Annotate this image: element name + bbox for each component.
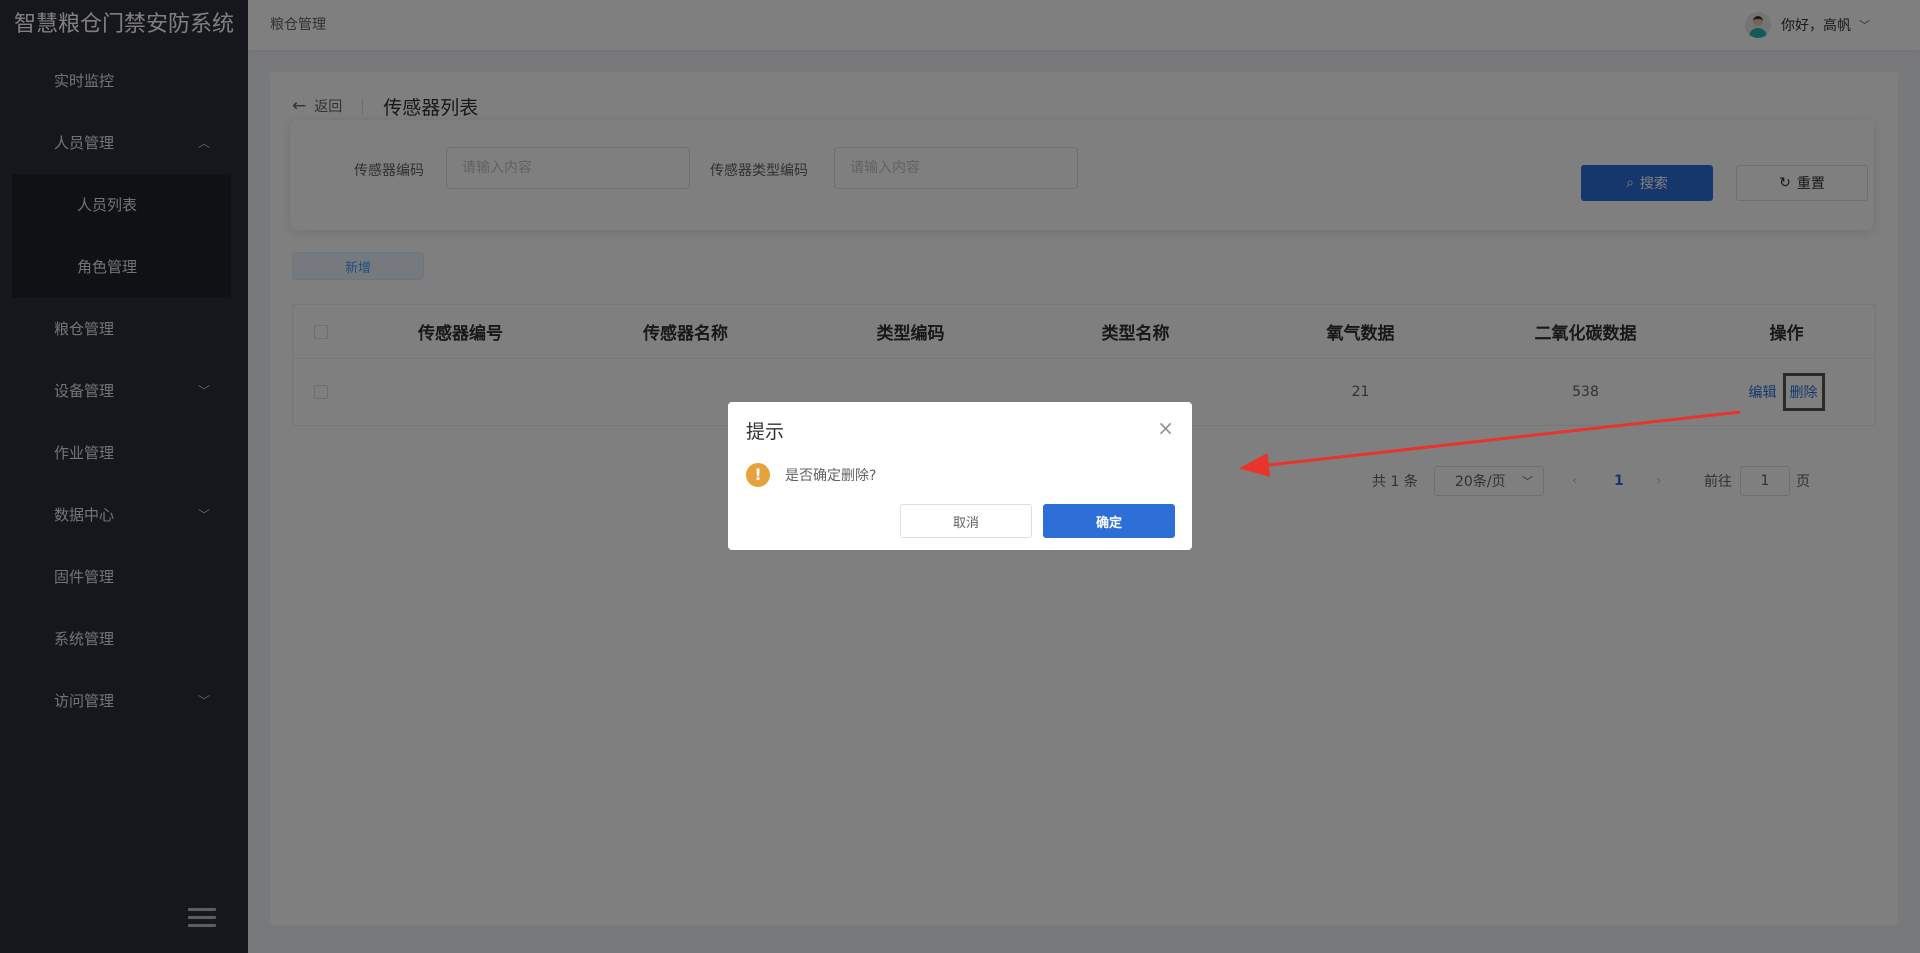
confirm-button[interactable]: 确定	[1043, 504, 1175, 538]
cancel-button[interactable]: 取消	[900, 504, 1032, 538]
dialog-title: 提示	[746, 421, 785, 443]
dialog-message: 是否确定删除?	[785, 468, 877, 484]
warning-icon: !	[746, 463, 770, 487]
close-icon[interactable]: ×	[1157, 416, 1174, 440]
confirm-dialog: 提示 × ! 是否确定删除? 取消 确定	[728, 402, 1192, 550]
